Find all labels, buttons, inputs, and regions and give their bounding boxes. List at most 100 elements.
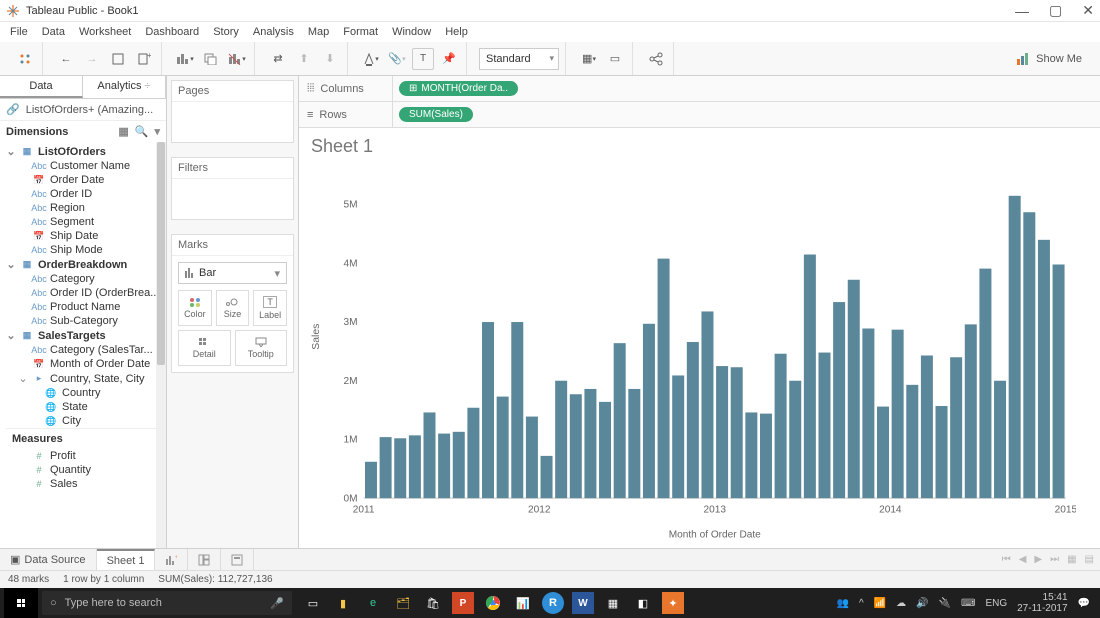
tab-analytics[interactable]: Analytics ÷ [83,76,166,98]
rows-shelf[interactable]: ≡Rows SUM(Sales) [299,102,1100,128]
menu-format[interactable]: Format [343,26,378,38]
clear-button[interactable]: ▾ [226,48,248,70]
nav-prev-icon[interactable]: ◀ [1019,554,1027,565]
presentation-button[interactable]: ▭ [604,48,626,70]
edge-icon[interactable]: e [362,592,384,614]
battery-icon[interactable]: 🔌 [939,598,951,609]
field-month-of-order-date[interactable]: 📅Month of Order Date [6,357,166,371]
menu-map[interactable]: Map [308,26,329,38]
volume-icon[interactable]: 🔊 [916,598,928,609]
data-menu-icon[interactable]: ▾ [154,125,160,138]
tray-up-icon[interactable]: ^ [859,598,864,609]
menu-story[interactable]: Story [213,26,239,38]
menu-analysis[interactable]: Analysis [253,26,294,38]
window-minimize-button[interactable]: — [1015,3,1029,19]
field-sales[interactable]: #Sales [6,477,166,491]
menu-window[interactable]: Window [392,26,431,38]
menu-worksheet[interactable]: Worksheet [79,26,131,38]
tableau-task-icon[interactable]: ✦ [662,592,684,614]
field-country-state-city[interactable]: ⌄▸Country, State, City [6,371,166,386]
menu-file[interactable]: File [10,26,28,38]
field-segment[interactable]: AbcSegment [6,215,166,229]
taskbar-search[interactable]: ○ Type here to search 🎤 [42,591,292,615]
start-button[interactable] [4,588,38,618]
columns-shelf[interactable]: ⦙⦙⦙Columns ⊞MONTH(Order Da.. [299,76,1100,102]
show-cards-button[interactable]: ▦▾ [578,48,600,70]
field-country[interactable]: 🌐Country [6,386,166,400]
filters-shelf[interactable]: Filters [171,157,294,220]
menu-dashboard[interactable]: Dashboard [145,26,199,38]
new-story-tab[interactable] [221,549,254,570]
notifications-icon[interactable]: 💬 [1078,598,1090,609]
data-source-item[interactable]: 🔗 ListOfOrders+ (Amazing... [0,99,166,121]
swap-button[interactable]: ⇄ [267,48,289,70]
duplicate-button[interactable] [200,48,222,70]
mark-type-dropdown[interactable]: Bar ▾ [178,262,287,284]
field-order-id-orderbrea-[interactable]: AbcOrder ID (OrderBrea... [6,286,166,300]
explorer-icon[interactable]: 🗂 [392,592,414,614]
mark-color[interactable]: Color [178,290,212,326]
chrome-icon[interactable] [482,592,504,614]
rows-pill-sum-sales[interactable]: SUM(Sales) [399,107,473,122]
field-sub-category[interactable]: AbcSub-Category [6,314,166,328]
share-button[interactable] [645,48,667,70]
field-profit[interactable]: #Profit [6,449,166,463]
field-category-salestar-[interactable]: AbcCategory (SalesTar... [6,343,166,357]
field-order-id[interactable]: AbcOrder ID [6,187,166,201]
window-maximize-button[interactable]: ▢ [1049,2,1062,19]
menu-help[interactable]: Help [445,26,468,38]
tab-data-source[interactable]: ▣ Data Source [0,549,97,570]
highlight-button[interactable]: ▾ [360,48,382,70]
sheet-title[interactable]: Sheet 1 [299,128,1100,165]
nav-next-icon[interactable]: ▶ [1034,554,1042,565]
undo-button[interactable]: ← [55,48,77,70]
nav-first-icon[interactable]: ⏮ [1002,554,1011,565]
mark-tooltip[interactable]: Tooltip [235,330,288,366]
tree-scrollbar[interactable] [156,142,166,548]
app-icon-3[interactable]: ▦ [602,592,624,614]
tab-sheet1[interactable]: Sheet 1 [97,549,156,570]
field-customer-name[interactable]: AbcCustomer Name [6,159,166,173]
sort-desc-button[interactable]: ⬇ [319,48,341,70]
fit-dropdown[interactable]: Standard [479,48,559,70]
fix-axis-button[interactable]: 📌 [438,48,460,70]
taskbar-clock[interactable]: 15:41 27-11-2017 [1017,592,1067,614]
view-as-list-icon[interactable]: ▦ [118,125,128,138]
task-view-icon[interactable]: ▭ [302,592,324,614]
people-icon[interactable]: 👥 [837,598,849,609]
keyboard-icon[interactable]: ⌨ [961,598,975,609]
field-category[interactable]: AbcCategory [6,272,166,286]
field-quantity[interactable]: #Quantity [6,463,166,477]
group-orderbreakdown[interactable]: ⌄▦OrderBreakdown [6,257,166,272]
new-data-button[interactable]: + [133,48,155,70]
group-salestargets[interactable]: ⌄▦SalesTargets [6,328,166,343]
app-icon-2[interactable]: R [542,592,564,614]
field-order-date[interactable]: 📅Order Date [6,173,166,187]
app-icon-1[interactable]: 📊 [512,592,534,614]
show-sorter-icon[interactable]: ▤ [1085,554,1094,565]
app-icon-4[interactable]: ◧ [632,592,654,614]
save-button[interactable] [107,48,129,70]
mark-detail[interactable]: Detail [178,330,231,366]
store-icon[interactable]: 🛍 [422,592,444,614]
sort-asc-button[interactable]: ⬆ [293,48,315,70]
new-worksheet-tab[interactable]: + [155,549,188,570]
tab-data[interactable]: Data [0,76,83,98]
find-field-icon[interactable]: 🔍 [135,125,149,138]
field-state[interactable]: 🌐State [6,400,166,414]
text-label-button[interactable]: T [412,48,434,70]
menu-data[interactable]: Data [42,26,65,38]
show-me-button[interactable]: Show Me [1006,52,1092,66]
window-close-button[interactable]: ✕ [1082,2,1094,19]
group-listoforders[interactable]: ⌄▦ListOfOrders [6,144,166,159]
show-tabs-icon[interactable]: ▦ [1067,554,1076,565]
group-button[interactable]: 📎▾ [386,48,408,70]
wifi-icon[interactable]: 📶 [874,598,886,609]
new-dashboard-tab[interactable] [188,549,221,570]
redo-button[interactable]: → [81,48,103,70]
pages-shelf[interactable]: Pages [171,80,294,143]
field-region[interactable]: AbcRegion [6,201,166,215]
powerpoint-icon[interactable]: P [452,592,474,614]
field-ship-mode[interactable]: AbcShip Mode [6,243,166,257]
columns-pill-month[interactable]: ⊞MONTH(Order Da.. [399,81,518,96]
